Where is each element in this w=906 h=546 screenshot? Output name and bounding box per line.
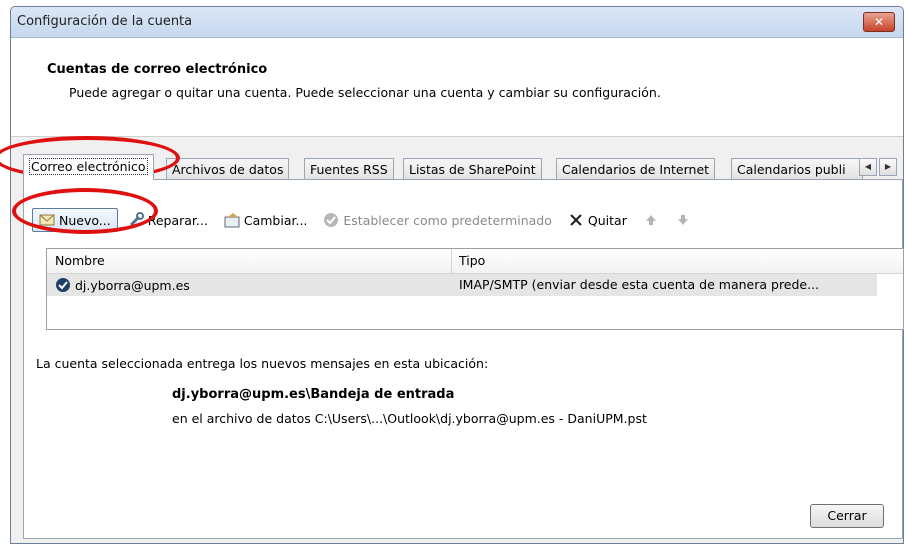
- account-toolbar: Nuevo... Reparar... Cambiar... Establece…: [32, 208, 701, 232]
- close-button[interactable]: Cerrar: [810, 504, 884, 528]
- remove-label: Quitar: [587, 212, 627, 228]
- tab-sharepoint-lists[interactable]: Listas de SharePoint: [403, 158, 542, 179]
- tab-data-files[interactable]: Archivos de datos: [166, 158, 290, 179]
- change-button[interactable]: Cambiar...: [218, 209, 314, 231]
- header-title: Cuentas de correo electrónico: [47, 62, 268, 77]
- tab-scroll-left-icon[interactable]: ◀: [859, 158, 877, 176]
- remove-button[interactable]: Quitar: [562, 209, 633, 231]
- close-icon[interactable]: ✕: [863, 12, 895, 32]
- move-up-button[interactable]: [637, 209, 665, 231]
- table-row[interactable]: dj.yborra@upm.es IMAP/SMTP (enviar desde…: [47, 274, 877, 296]
- tab-scroll-right-icon[interactable]: ▶: [879, 158, 897, 176]
- account-type: IMAP/SMTP (enviar desde esta cuenta de m…: [459, 277, 820, 292]
- new-account-label: Nuevo...: [59, 212, 111, 228]
- set-default-button[interactable]: Establecer como predeterminado: [317, 209, 558, 231]
- account-name-cell: dj.yborra@upm.es: [55, 277, 190, 293]
- wrench-icon: [128, 212, 144, 228]
- checkmark-circle-icon: [323, 212, 339, 228]
- account-settings-window: Configuración de la cuenta ✕ Cuentas de …: [10, 6, 904, 544]
- column-header-name[interactable]: Nombre: [55, 253, 105, 268]
- repair-button[interactable]: Reparar...: [122, 209, 214, 231]
- arrow-up-icon: [643, 212, 659, 228]
- envelope-icon: [39, 212, 55, 228]
- window-title: Configuración de la cuenta: [17, 14, 193, 29]
- change-label: Cambiar...: [243, 212, 308, 228]
- default-account-check-icon: [55, 277, 71, 293]
- column-header-type[interactable]: Tipo: [459, 253, 485, 268]
- tab-rss-feeds[interactable]: Fuentes RSS: [304, 158, 394, 179]
- data-file-path: en el archivo de datos C:\Users\...\Outl…: [172, 411, 647, 426]
- header-description: Puede agregar o quitar una cuenta. Puede…: [69, 85, 661, 100]
- change-settings-icon: [224, 212, 240, 228]
- column-divider[interactable]: [451, 249, 452, 273]
- accounts-list[interactable]: Nombre Tipo dj.yborra@upm.es IMAP/SMTP (…: [46, 248, 904, 330]
- email-tab-panel: Nuevo... Reparar... Cambiar... Establece…: [23, 179, 904, 539]
- new-account-button[interactable]: Nuevo...: [32, 208, 118, 232]
- arrow-down-icon: [675, 212, 691, 228]
- delivery-location: dj.yborra@upm.es\Bandeja de entrada: [172, 387, 455, 402]
- set-default-label: Establecer como predeterminado: [343, 212, 552, 228]
- repair-label: Reparar...: [147, 212, 208, 228]
- tab-strip: Correo electrónico Archivos de datos Fue…: [23, 154, 903, 180]
- list-header: Nombre Tipo: [47, 249, 903, 274]
- x-remove-icon: [568, 212, 584, 228]
- title-bar[interactable]: Configuración de la cuenta ✕: [11, 7, 903, 38]
- delivery-info-label: La cuenta seleccionada entrega los nuevo…: [36, 356, 489, 371]
- account-name: dj.yborra@upm.es: [75, 277, 190, 293]
- tab-email[interactable]: Correo electrónico: [23, 154, 154, 180]
- tab-scroll-buttons: ◀ ▶: [859, 158, 897, 178]
- tab-internet-calendars[interactable]: Calendarios de Internet: [556, 158, 716, 179]
- move-down-button[interactable]: [669, 209, 697, 231]
- tab-published-calendars[interactable]: Calendarios publi: [731, 158, 863, 179]
- header-area: Cuentas de correo electrónico Puede agre…: [11, 38, 903, 137]
